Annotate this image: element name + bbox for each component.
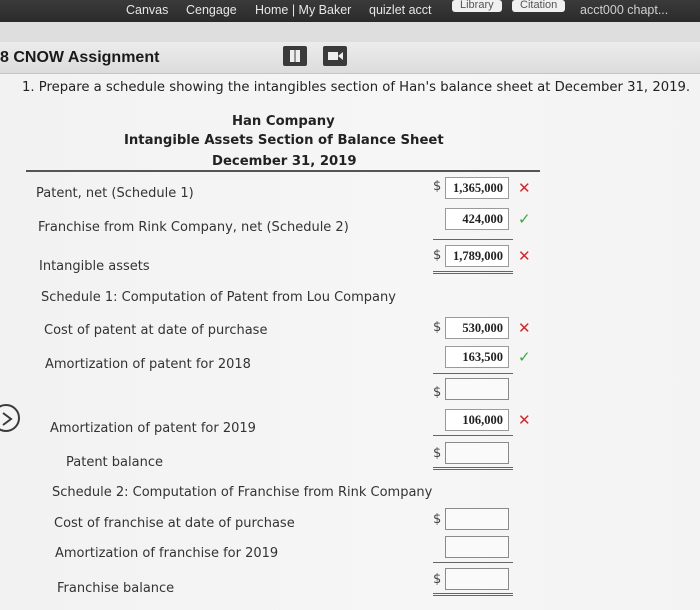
- subtotal-underline: [433, 373, 513, 374]
- cost-patent-label: Cost of patent at date of purchase: [44, 323, 268, 338]
- patent-subtotal-input[interactable]: [445, 378, 509, 400]
- double-underline: [433, 467, 513, 470]
- patent-balance-input[interactable]: [445, 442, 509, 464]
- franchise-balance-label: Franchise balance: [57, 581, 175, 596]
- dollar-sign: $: [433, 512, 442, 527]
- incorrect-icon: ✕: [518, 179, 531, 197]
- section-title: Intangible Assets Section of Balance She…: [124, 133, 444, 148]
- amort-franchise-input[interactable]: [445, 536, 509, 558]
- correct-icon: ✓: [518, 210, 531, 228]
- amort-2019-input[interactable]: 106,000: [445, 409, 509, 431]
- incorrect-icon: ✕: [518, 411, 531, 429]
- bookmark-home-my-baker[interactable]: Home | My Baker: [255, 3, 351, 17]
- franchise-balance-input[interactable]: [445, 568, 509, 590]
- patent-balance-label: Patent balance: [66, 455, 163, 470]
- bookmark-canvas[interactable]: Canvas: [126, 3, 168, 17]
- cost-franchise-label: Cost of franchise at date of purchase: [54, 516, 295, 531]
- question-text: 1. Prepare a schedule showing the intang…: [22, 80, 691, 95]
- incorrect-icon: ✕: [518, 319, 531, 337]
- amort-2018-input[interactable]: 163,500: [445, 346, 509, 368]
- total-underline: [433, 239, 513, 240]
- schedule2-title: Schedule 2: Computation of Franchise fro…: [52, 485, 433, 500]
- franchise-underline: [433, 562, 513, 563]
- assignment-header: 8 CNOW Assignment: [0, 42, 700, 74]
- balance-underline: [433, 435, 513, 436]
- dollar-sign: $: [433, 179, 442, 194]
- bookmark-cengage[interactable]: Cengage: [186, 3, 237, 17]
- amort-2018-label: Amortization of patent for 2018: [45, 357, 251, 372]
- toolbar-gap: [0, 22, 700, 42]
- dollar-sign: $: [433, 385, 442, 400]
- schedule1-title: Schedule 1: Computation of Patent from L…: [41, 290, 396, 305]
- bookmark-library[interactable]: Library: [452, 0, 502, 12]
- incorrect-icon: ✕: [518, 247, 531, 265]
- double-underline: [433, 593, 513, 596]
- header-rule: [26, 170, 540, 172]
- cost-patent-input[interactable]: 530,000: [445, 317, 509, 339]
- book-icon[interactable]: [283, 46, 307, 66]
- assignment-content: 1. Prepare a schedule showing the intang…: [0, 74, 700, 610]
- amort-franchise-label: Amortization of franchise for 2019: [55, 546, 279, 561]
- franchise-net-label: Franchise from Rink Company, net (Schedu…: [38, 220, 349, 235]
- dollar-sign: $: [433, 446, 442, 461]
- double-underline: [433, 271, 513, 274]
- franchise-net-input[interactable]: 424,000: [445, 208, 509, 230]
- bookmark-citation[interactable]: Citation: [512, 0, 566, 12]
- bookmark-quizlet-acct[interactable]: quizlet acct: [369, 3, 432, 17]
- bookmarks-bar: Canvas Cengage Home | My Baker quizlet a…: [0, 0, 700, 22]
- statement-date: December 31, 2019: [212, 154, 357, 169]
- bookmark-acct-chapt[interactable]: acct000 chapt...: [580, 3, 668, 17]
- intangible-assets-input[interactable]: 1,789,000: [445, 245, 509, 267]
- video-icon[interactable]: [323, 46, 347, 66]
- patent-net-input[interactable]: 1,365,000: [445, 177, 509, 199]
- previous-arrow-icon[interactable]: [0, 404, 20, 432]
- patent-net-label: Patent, net (Schedule 1): [36, 186, 194, 201]
- dollar-sign: $: [433, 248, 442, 263]
- correct-icon: ✓: [518, 348, 531, 366]
- assignment-title: 8 CNOW Assignment: [0, 49, 160, 66]
- cost-franchise-input[interactable]: [445, 508, 509, 530]
- company-name: Han Company: [232, 114, 335, 129]
- dollar-sign: $: [433, 572, 442, 587]
- dollar-sign: $: [433, 320, 442, 335]
- intangible-assets-label: Intangible assets: [39, 259, 150, 274]
- amort-2019-label: Amortization of patent for 2019: [50, 421, 256, 436]
